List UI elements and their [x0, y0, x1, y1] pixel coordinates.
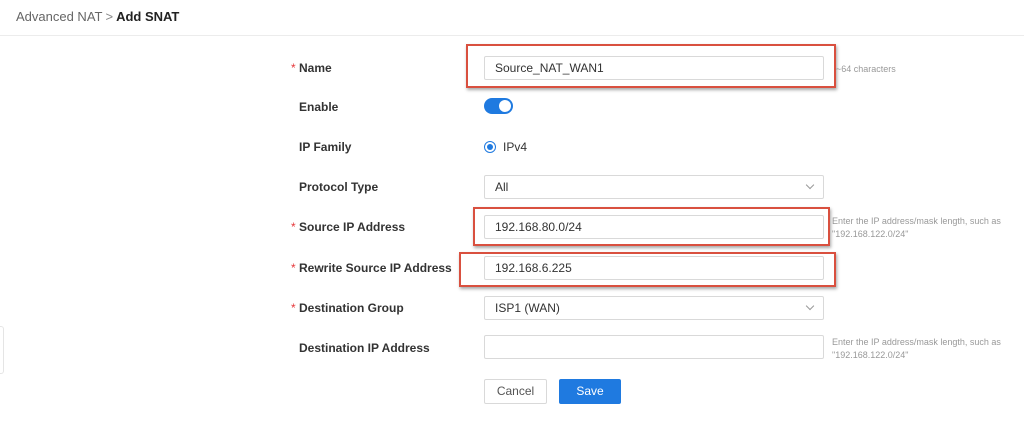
source-ip-label: Source IP Address — [299, 220, 406, 234]
breadcrumb: Advanced NAT > Add SNAT — [16, 9, 179, 24]
name-label: Name — [299, 61, 332, 75]
enable-label: Enable — [299, 100, 339, 114]
breadcrumb-parent[interactable]: Advanced NAT — [16, 9, 102, 24]
protocol-type-select[interactable]: All — [484, 175, 824, 199]
highlight-box-source-ip — [473, 207, 830, 246]
protocol-type-value: All — [495, 180, 509, 194]
destination-group-value: ISP1 (WAN) — [495, 301, 560, 315]
highlight-box-rewrite-ip — [459, 252, 836, 287]
required-marker: * — [291, 61, 296, 75]
destination-group-select[interactable]: ISP1 (WAN) — [484, 296, 824, 320]
destination-ip-hint-line1: Enter the IP address/mask length, such a… — [832, 337, 1001, 347]
destination-ip-hint-line2: "192.168.122.0/24" — [832, 350, 909, 360]
destination-ip-input[interactable] — [484, 335, 824, 359]
destination-ip-label: Destination IP Address — [299, 341, 430, 355]
ipv4-radio-label[interactable]: IPv4 — [503, 140, 527, 154]
source-ip-hint-line1: Enter the IP address/mask length, such a… — [832, 216, 1001, 226]
required-marker: * — [291, 220, 296, 234]
chevron-down-icon — [805, 180, 815, 190]
protocol-type-label: Protocol Type — [299, 180, 379, 194]
highlight-box-name — [466, 44, 836, 88]
save-button[interactable]: Save — [559, 379, 621, 404]
cancel-button[interactable]: Cancel — [484, 379, 547, 404]
header-divider — [0, 35, 1024, 36]
required-marker: * — [291, 301, 296, 315]
chevron-down-icon — [805, 301, 815, 311]
source-ip-hint-line2: "192.168.122.0/24" — [832, 229, 909, 239]
enable-toggle[interactable] — [484, 98, 513, 114]
page-title: Add SNAT — [116, 9, 180, 24]
ip-family-label: IP Family — [299, 140, 352, 154]
breadcrumb-separator: > — [105, 9, 114, 24]
required-marker: * — [291, 261, 296, 275]
rewrite-source-ip-label: Rewrite Source IP Address — [299, 261, 452, 275]
toggle-knob — [499, 100, 511, 112]
name-hint: ~64 characters — [836, 64, 896, 74]
ipv4-radio[interactable] — [484, 141, 496, 153]
sidebar-collapse-handle[interactable] — [0, 326, 4, 374]
destination-group-label: Destination Group — [299, 301, 404, 315]
